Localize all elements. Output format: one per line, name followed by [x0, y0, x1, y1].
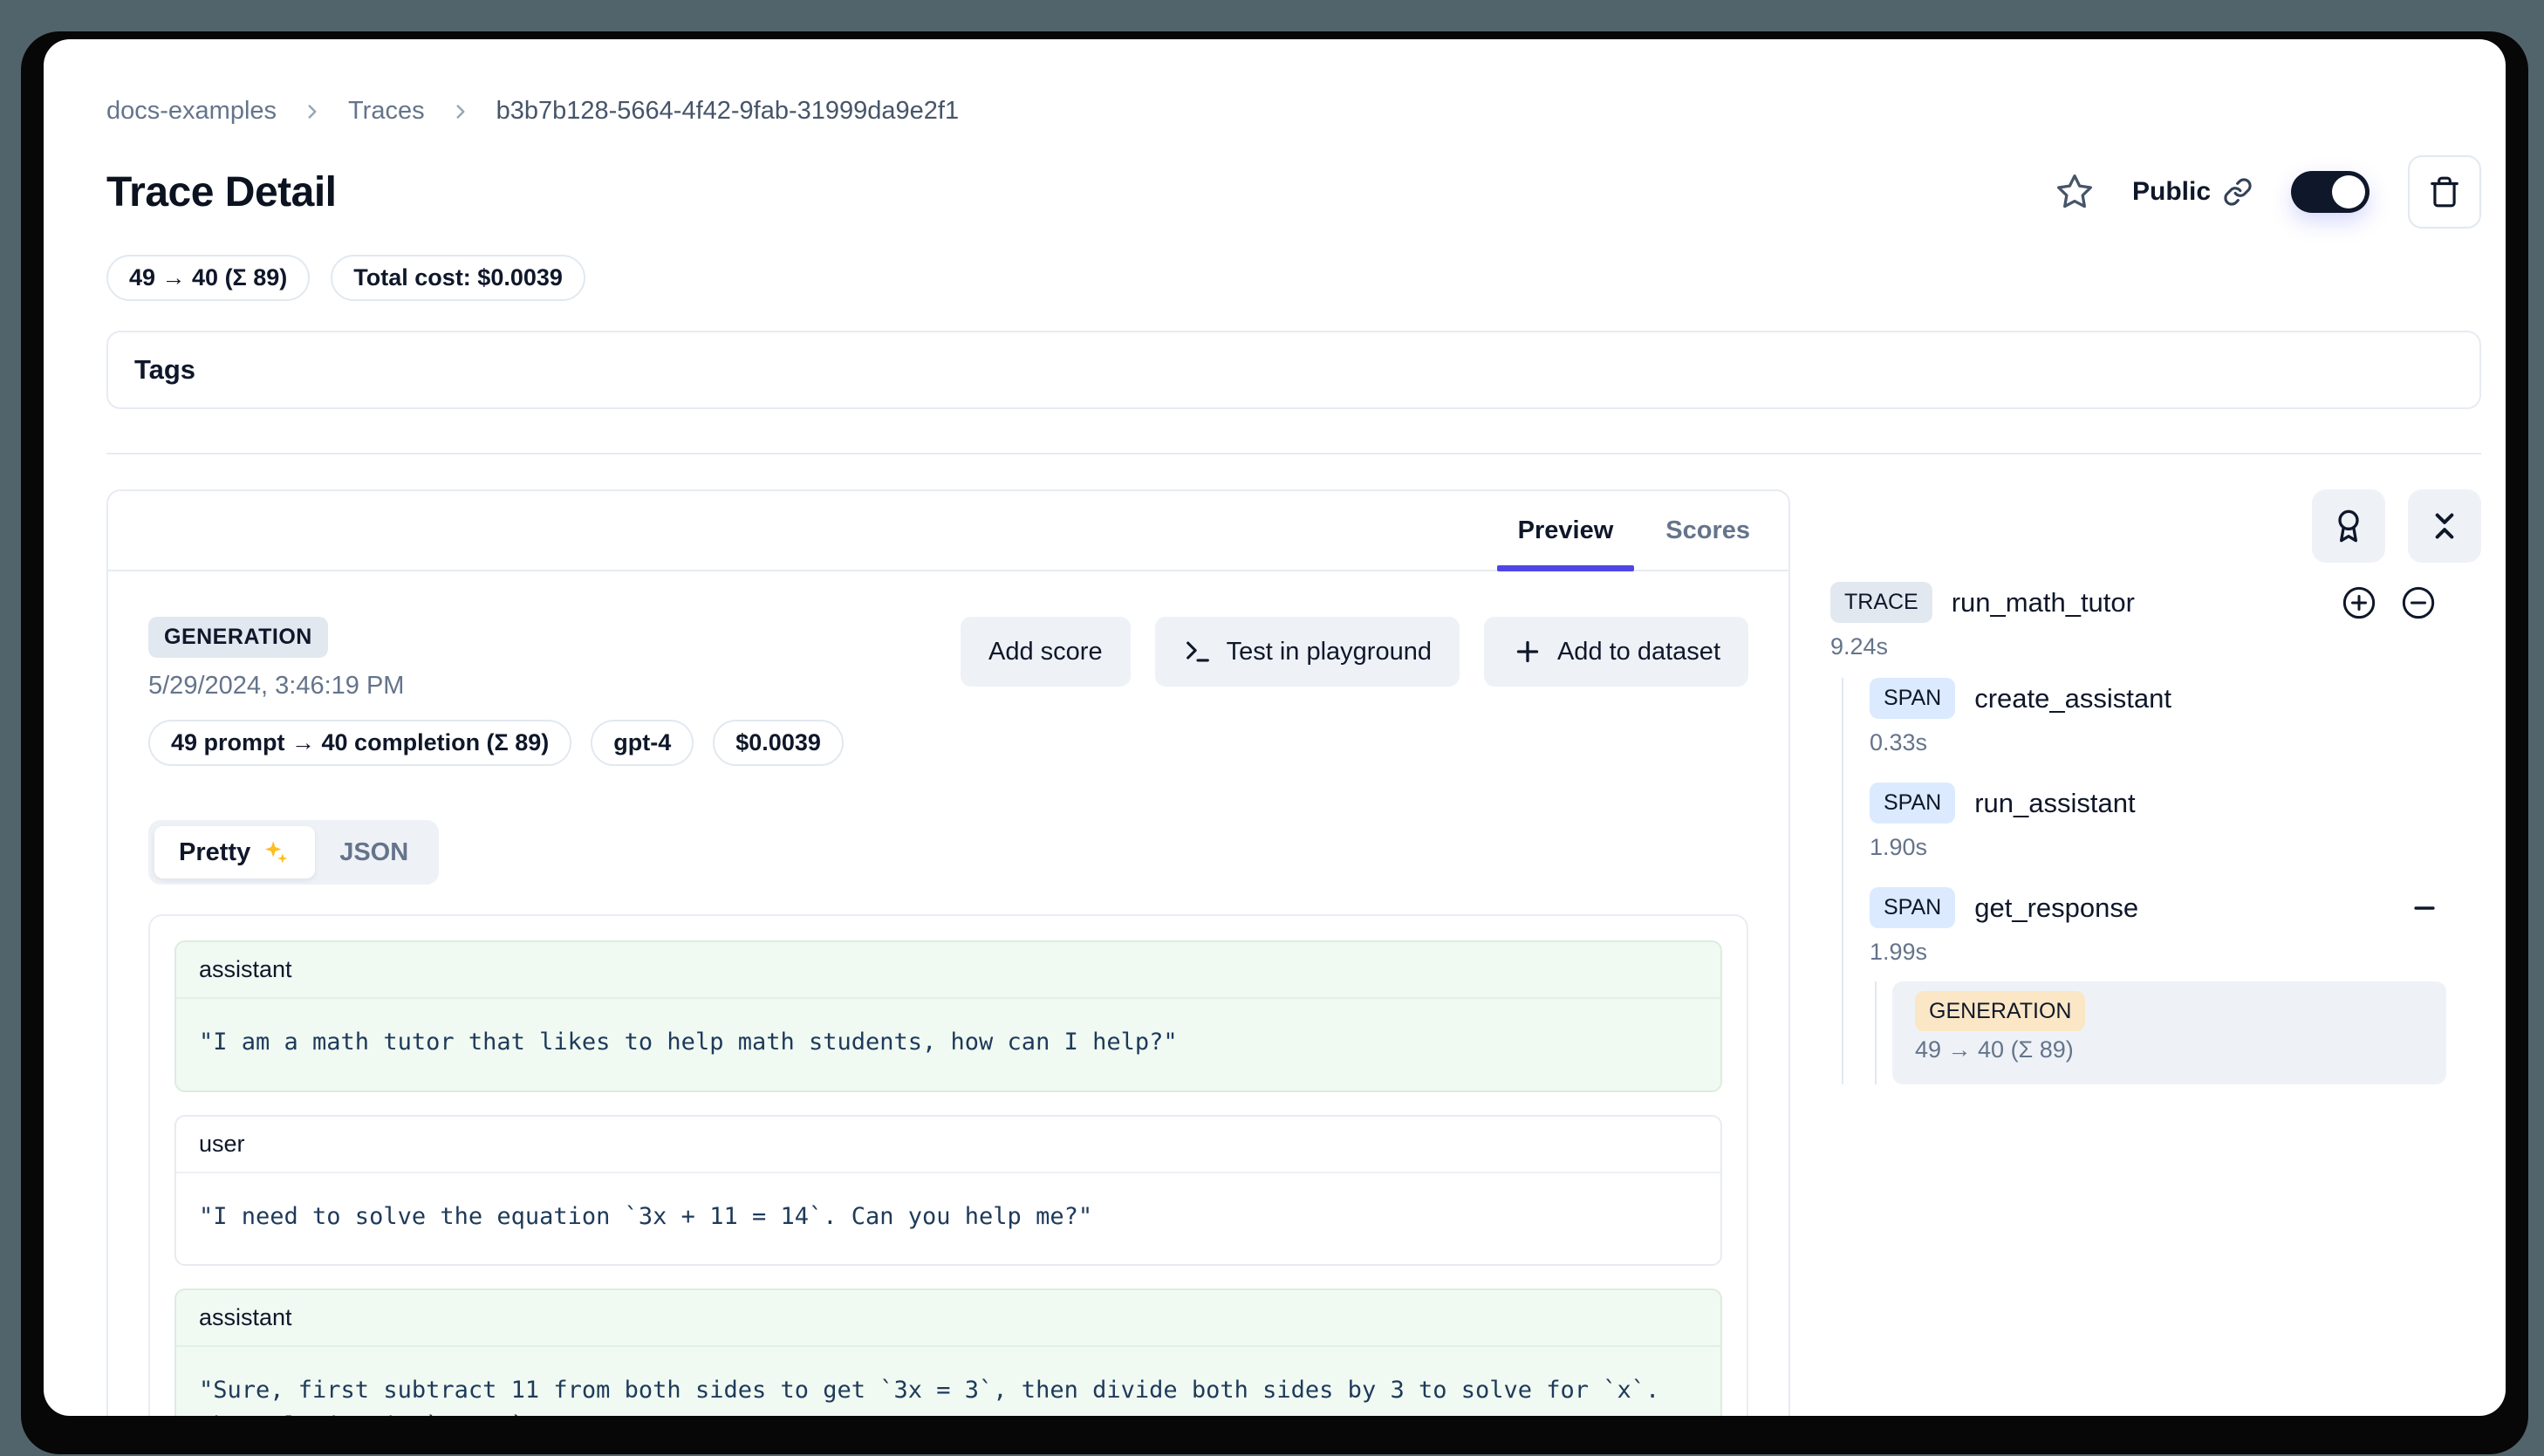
trace-duration: 9.24s	[1830, 633, 2481, 660]
tree-node-span[interactable]: SPAN create_assistant 0.33s	[1870, 678, 2481, 756]
generation-timestamp: 5/29/2024, 3:46:19 PM	[148, 672, 844, 701]
tab-scores[interactable]: Scores	[1639, 491, 1776, 570]
tree-node-span[interactable]: SPAN run_assistant 1.90s	[1870, 783, 2481, 861]
message-text: "I am a math tutor that likes to help ma…	[176, 999, 1720, 1090]
generation-type-badge: GENERATION	[148, 617, 328, 658]
tags-card[interactable]: Tags	[106, 331, 2481, 409]
public-toggle[interactable]	[2291, 171, 2370, 213]
message-role: user	[176, 1117, 1720, 1173]
span-name: run_assistant	[1974, 788, 2135, 819]
breadcrumb: docs-examples Traces b3b7b128-5664-4f42-…	[106, 97, 2481, 126]
messages-container: assistant "I am a math tutor that likes …	[148, 914, 1748, 1416]
message-user: user "I need to solve the equation `3x +…	[174, 1115, 1722, 1267]
add-to-dataset-button[interactable]: Add to dataset	[1484, 617, 1748, 687]
tree-node-generation-selected[interactable]: GENERATION 49 → 40 (Σ 89)	[1892, 981, 2446, 1084]
collapse-tree-icon[interactable]	[2401, 585, 2436, 620]
trace-token-badge: 49 → 40 (Σ 89)	[106, 255, 310, 301]
message-text: "I need to solve the equation `3x + 11 =…	[176, 1173, 1720, 1265]
collapse-node-icon[interactable]	[2410, 893, 2439, 923]
span-name: get_response	[1974, 892, 2138, 924]
trace-badge: TRACE	[1830, 582, 1932, 623]
award-icon	[2331, 509, 2366, 543]
view-mode-segmented-control: Pretty JSON	[148, 820, 439, 885]
toggle-knob	[2332, 175, 2365, 208]
breadcrumb-trace-id: b3b7b128-5664-4f42-9fab-31999da9e2f1	[496, 97, 960, 126]
generation-usage-badge: 49 prompt → 40 completion (Σ 89)	[148, 720, 571, 766]
tree-node-trace[interactable]: TRACE run_math_tutor	[1830, 582, 2481, 623]
generation-cost-badge: $0.0039	[713, 720, 844, 766]
test-in-playground-button[interactable]: Test in playground	[1155, 617, 1460, 687]
public-label: Public	[2132, 177, 2211, 207]
annotate-button[interactable]	[2312, 489, 2385, 563]
tags-title: Tags	[134, 354, 195, 386]
sparkles-icon	[261, 837, 291, 867]
span-duration: 1.90s	[1870, 834, 2481, 861]
breadcrumb-project[interactable]: docs-examples	[106, 97, 277, 126]
tree-node-span[interactable]: SPAN get_response 1.99s GENERATION 49 → …	[1870, 887, 2481, 1084]
message-assistant: assistant "Sure, first subtract 11 from …	[174, 1289, 1722, 1416]
message-assistant: assistant "I am a math tutor that likes …	[174, 940, 1722, 1092]
terminal-icon	[1183, 637, 1213, 666]
app-window: docs-examples Traces b3b7b128-5664-4f42-…	[44, 39, 2506, 1416]
add-score-button[interactable]: Add score	[961, 617, 1131, 687]
trace-cost-badge: Total cost: $0.0039	[331, 255, 585, 301]
span-duration: 0.33s	[1870, 729, 2481, 756]
chevrons-collapse-icon	[2427, 509, 2462, 543]
observation-card: Preview Scores GENERATION 5/29/2024, 3:4…	[106, 489, 1790, 1416]
delete-trace-button[interactable]	[2408, 155, 2481, 229]
page-title: Trace Detail	[106, 168, 336, 216]
generation-usage: 49 → 40 (Σ 89)	[1915, 1036, 2424, 1063]
message-role: assistant	[176, 942, 1720, 999]
view-json-option[interactable]: JSON	[315, 827, 433, 878]
trace-tree: TRACE run_math_tutor 9.24s SPAN	[1830, 489, 2481, 1084]
span-badge: SPAN	[1870, 887, 1955, 928]
message-role: assistant	[176, 1290, 1720, 1347]
trace-name: run_math_tutor	[1952, 587, 2135, 619]
star-icon	[2055, 173, 2094, 211]
chevron-right-icon	[449, 100, 472, 123]
message-text: "Sure, first subtract 11 from both sides…	[176, 1347, 1720, 1416]
trash-icon	[2428, 175, 2461, 208]
tabbar: Preview Scores	[108, 491, 1788, 571]
breadcrumb-traces[interactable]: Traces	[348, 97, 425, 126]
expand-all-icon[interactable]	[2342, 585, 2376, 620]
chevron-right-icon	[301, 100, 324, 123]
link-icon[interactable]	[2223, 177, 2253, 207]
star-button[interactable]	[2055, 173, 2094, 211]
span-badge: SPAN	[1870, 783, 1955, 824]
span-duration: 1.99s	[1870, 939, 2481, 966]
view-pretty-option[interactable]: Pretty	[154, 826, 315, 878]
span-name: create_assistant	[1974, 683, 2171, 714]
section-divider	[106, 453, 2481, 455]
generation-badge: GENERATION	[1915, 991, 2085, 1031]
plus-icon	[1512, 636, 1543, 667]
tab-preview[interactable]: Preview	[1492, 491, 1640, 570]
span-badge: SPAN	[1870, 678, 1955, 719]
generation-model-badge[interactable]: gpt-4	[591, 720, 694, 766]
collapse-all-button[interactable]	[2408, 489, 2481, 563]
